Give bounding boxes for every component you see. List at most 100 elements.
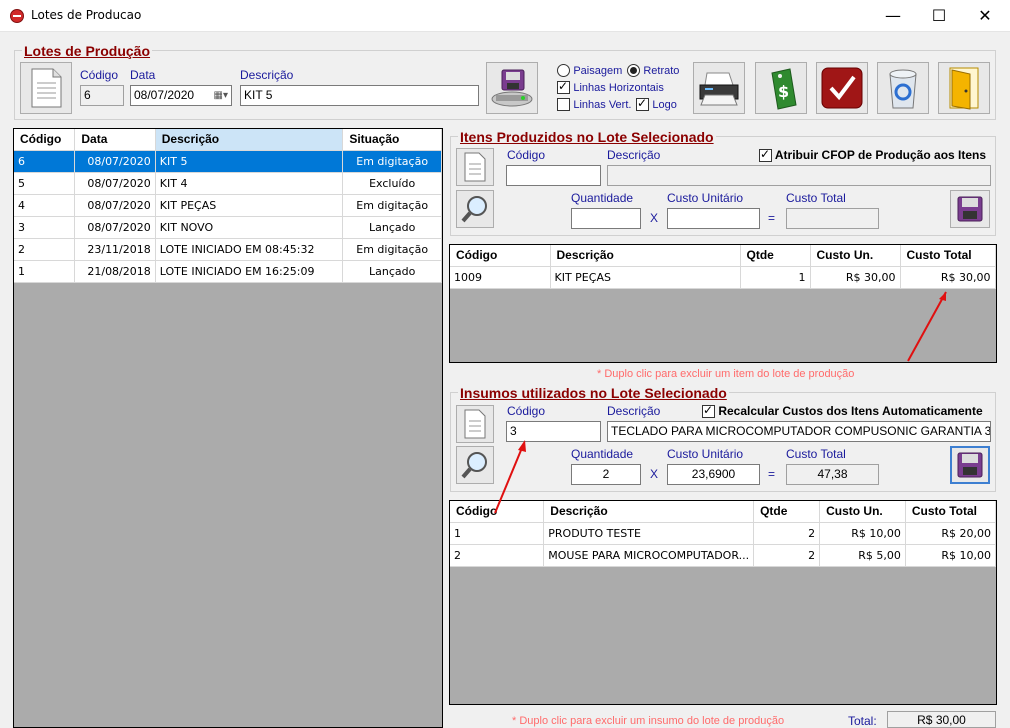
table-row[interactable]: 1009 KIT PEÇAS 1 R$ 30,00 R$ 30,00 — [450, 266, 996, 289]
close-button[interactable]: ✕ — [962, 0, 1008, 32]
cell-data: 08/07/2020 — [74, 194, 156, 217]
window-title: Lotes de Producao — [31, 8, 142, 22]
insumo-equals-sign: = — [768, 467, 776, 481]
col-custo-total[interactable]: Custo Total — [905, 501, 996, 523]
table-row[interactable]: 4 08/07/2020 KIT PEÇAS Em digitação — [14, 194, 442, 217]
search-insumo-button[interactable] — [456, 446, 494, 484]
date-value: 08/07/2020 — [134, 88, 195, 102]
insumo-descricao-field[interactable]: TECLADO PARA MICROCOMPUTADOR COMPUSONIC … — [607, 421, 991, 442]
cell-codigo: 1 — [450, 522, 545, 545]
cell-data: 21/08/2018 — [74, 260, 156, 283]
codigo-label: Código — [80, 68, 119, 82]
calendar-dropdown-icon[interactable]: ▦▾ — [214, 88, 228, 103]
itens-grid-header: Código Descrição Qtde Custo Un. Custo To… — [450, 245, 996, 267]
insumo-codigo-field[interactable]: 3 — [506, 421, 601, 442]
cell-descricao: KIT 4 — [155, 172, 344, 195]
insumo-custo-total-label: Custo Total — [786, 447, 846, 461]
save-item-button[interactable] — [950, 190, 990, 228]
table-row[interactable]: 6 08/07/2020 KIT 5 Em digitação — [14, 150, 442, 173]
item-multiply-sign: X — [650, 211, 659, 225]
table-row[interactable]: 5 08/07/2020 KIT 4 Excluído — [14, 172, 442, 195]
total-label: Total: — [848, 714, 877, 728]
col-qtde[interactable]: Qtde — [740, 245, 811, 267]
save-insumo-button[interactable] — [950, 446, 990, 484]
recalc-option[interactable]: Recalcular Custos dos Itens Automaticame… — [702, 403, 983, 419]
cfop-checkbox[interactable] — [759, 147, 772, 163]
cell-descricao: LOTE INICIADO EM 08:45:32 — [155, 238, 344, 261]
cell-situacao: Lançado — [342, 260, 442, 283]
confirm-button[interactable] — [816, 62, 868, 114]
col-custo-total[interactable]: Custo Total — [900, 245, 996, 267]
col-descricao[interactable]: Descrição — [543, 501, 755, 523]
new-item-button[interactable] — [456, 148, 494, 186]
item-custo-unit-field[interactable] — [667, 208, 760, 229]
insumo-custo-unit-field[interactable]: 23,6900 — [667, 464, 760, 485]
document-icon — [31, 68, 62, 108]
option-linhas-vert[interactable]: Linhas Vert. — [557, 97, 631, 112]
maximize-button[interactable]: ☐ — [916, 0, 962, 32]
itens-grid[interactable]: Código Descrição Qtde Custo Un. Custo To… — [449, 244, 997, 363]
cell-data: 08/07/2020 — [74, 150, 156, 173]
new-lote-button[interactable] — [20, 62, 72, 114]
table-row[interactable]: 1 PRODUTO TESTE 2 R$ 10,00 R$ 20,00 — [450, 522, 996, 545]
cell-codigo: 5 — [14, 172, 76, 195]
insumos-hint: * Duplo clic para excluir um insumo do l… — [512, 715, 785, 727]
recalc-checkbox[interactable] — [702, 403, 715, 419]
col-custo-un[interactable]: Custo Un. — [810, 245, 901, 267]
lotes-grid[interactable]: Código Data Descrição Situação 6 08/07/2… — [13, 128, 443, 728]
checkmark-icon — [821, 67, 863, 109]
print-button[interactable] — [693, 62, 745, 114]
logo-checkbox[interactable] — [636, 96, 649, 112]
linhas-vert-checkbox[interactable] — [557, 98, 570, 112]
col-descricao[interactable]: Descrição — [155, 129, 344, 151]
descricao-field[interactable]: KIT 5 — [240, 85, 479, 106]
table-row[interactable]: 1 21/08/2018 LOTE INICIADO EM 16:25:09 L… — [14, 260, 442, 283]
cell-situacao: Lançado — [342, 216, 442, 239]
paisagem-radio[interactable] — [557, 64, 570, 78]
exit-button[interactable] — [938, 62, 990, 114]
linhas-horizontais-checkbox[interactable] — [557, 79, 570, 95]
option-linhas-horizontais[interactable]: Linhas Horizontais — [557, 79, 664, 95]
codigo-field[interactable]: 6 — [80, 85, 124, 106]
save-lote-button[interactable] — [486, 62, 538, 114]
insumos-grid[interactable]: Código Descrição Qtde Custo Un. Custo To… — [449, 500, 997, 705]
item-descricao-label: Descrição — [607, 148, 661, 162]
price-tag-icon: $ — [771, 68, 797, 110]
linhas-horizontais-label: Linhas Horizontais — [573, 82, 664, 94]
col-qtde[interactable]: Qtde — [753, 501, 821, 523]
option-paisagem[interactable]: Paisagem — [557, 63, 622, 78]
option-logo[interactable]: Logo — [636, 96, 677, 112]
col-codigo[interactable]: Código — [450, 245, 551, 267]
col-custo-un[interactable]: Custo Un. — [819, 501, 906, 523]
disk-drive-icon — [491, 69, 533, 107]
search-item-button[interactable] — [456, 190, 494, 228]
date-picker[interactable]: 08/07/2020 ▦▾ — [130, 85, 232, 106]
col-codigo[interactable]: Código — [14, 129, 76, 151]
item-descricao-field[interactable] — [607, 165, 991, 186]
minimize-button[interactable]: — — [870, 0, 916, 32]
table-row[interactable]: 3 08/07/2020 KIT NOVO Lançado — [14, 216, 442, 239]
item-codigo-field[interactable] — [506, 165, 601, 186]
insumo-quantidade-field[interactable]: 2 — [571, 464, 641, 485]
cell-codigo: 2 — [450, 544, 545, 567]
price-button[interactable]: $ — [755, 62, 807, 114]
col-descricao[interactable]: Descrição — [550, 245, 741, 267]
cell-data: 23/11/2018 — [74, 238, 156, 261]
cell-qtde: 2 — [753, 544, 821, 567]
option-retrato[interactable]: Retrato — [627, 63, 679, 78]
cell-data: 08/07/2020 — [74, 216, 156, 239]
cell-qtde: 1 — [740, 266, 811, 289]
item-quantidade-label: Quantidade — [571, 191, 634, 205]
new-insumo-button[interactable] — [456, 405, 494, 443]
exit-door-icon — [949, 67, 979, 110]
cell-custo-un: R$ 30,00 — [810, 266, 901, 289]
col-codigo[interactable]: Código — [450, 501, 545, 523]
item-quantidade-field[interactable] — [571, 208, 641, 229]
table-row[interactable]: 2 MOUSE PARA MICROCOMPUTADOR... 2 R$ 5,0… — [450, 544, 996, 567]
delete-button[interactable] — [877, 62, 929, 114]
col-situacao[interactable]: Situação — [342, 129, 442, 151]
table-row[interactable]: 2 23/11/2018 LOTE INICIADO EM 08:45:32 E… — [14, 238, 442, 261]
col-data[interactable]: Data — [74, 129, 156, 151]
retrato-radio[interactable] — [627, 64, 640, 78]
cfop-option[interactable]: Atribuir CFOP de Produção aos Itens — [759, 147, 986, 163]
